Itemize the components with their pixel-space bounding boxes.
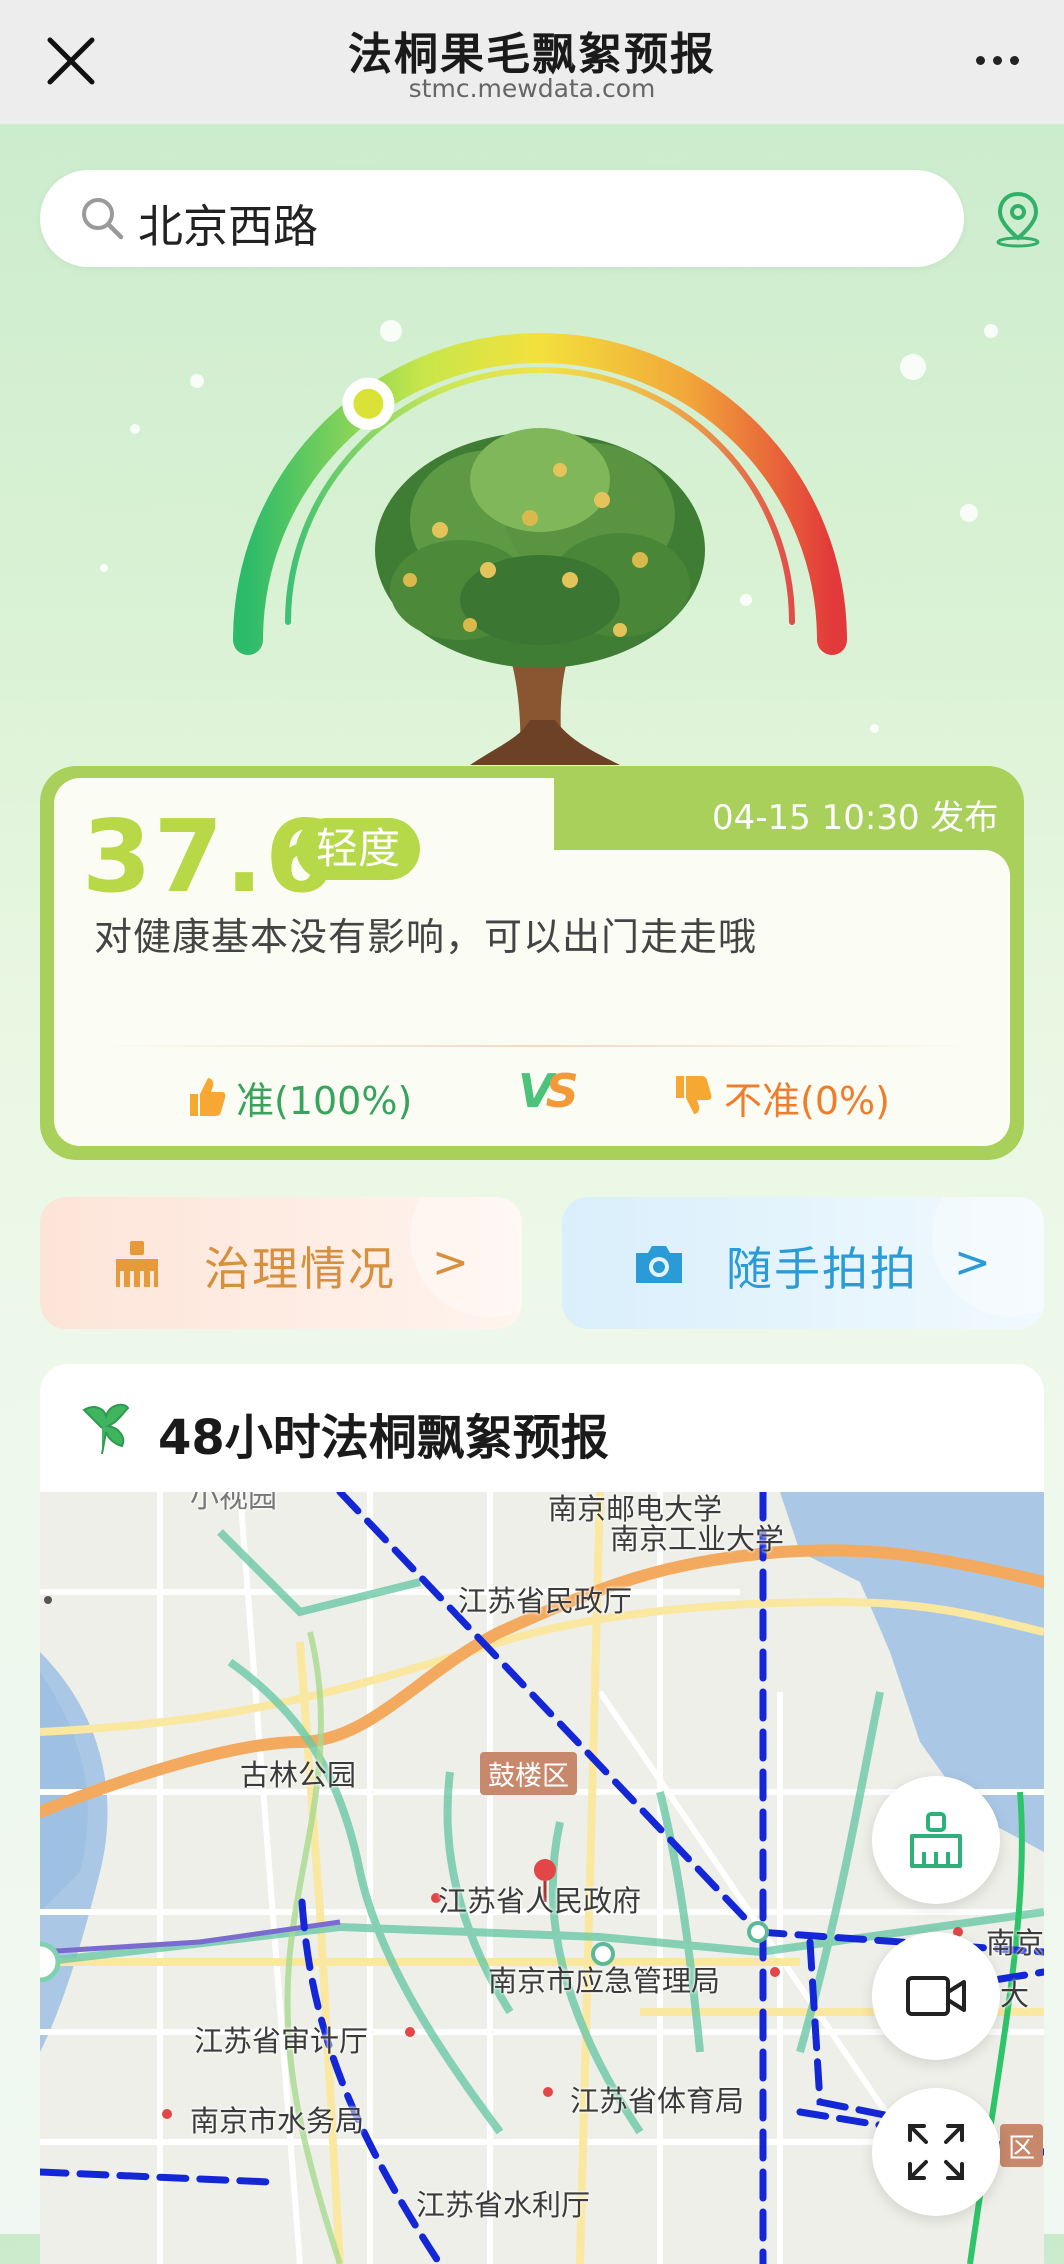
plane-tree-illustration xyxy=(375,428,705,765)
forecast-map[interactable]: 南京邮电大学 小视园 南京工业大学 江苏省民政厅 古林公园 鼓楼区 江苏省人民政… xyxy=(40,1492,1044,2264)
vs-icon: VS xyxy=(518,1064,579,1118)
camera-icon xyxy=(636,1246,682,1283)
sparkle xyxy=(130,424,140,434)
more-dot-icon xyxy=(1010,56,1019,65)
map-label-audit: 江苏省审计厅 xyxy=(194,2024,369,2058)
map-district-gulou: 鼓楼区 xyxy=(480,1752,577,1795)
governance-button[interactable]: 治理情况 > xyxy=(40,1197,522,1329)
governance-label: 治理情况 xyxy=(204,1242,396,1296)
fullscreen-button[interactable] xyxy=(872,2088,1000,2216)
chevron-right-icon: > xyxy=(432,1237,469,1288)
location-button[interactable] xyxy=(988,188,1048,248)
broom-outline-icon xyxy=(910,1812,962,1868)
vote-inaccurate-label: 不准(0%) xyxy=(724,1079,890,1123)
fullscreen-icon xyxy=(908,2124,964,2180)
map-label-sports: 江苏省体育局 xyxy=(570,2084,745,2118)
photo-button[interactable]: 随手拍拍 > xyxy=(562,1197,1044,1329)
search-bar[interactable]: 北京西路 xyxy=(40,170,964,267)
vote-accurate-label: 准(100%) xyxy=(236,1079,413,1123)
chevron-right-icon: > xyxy=(954,1237,991,1288)
card-divider xyxy=(86,1045,986,1047)
sparkle xyxy=(984,324,998,338)
map-label-civil-affairs: 江苏省民政厅 xyxy=(458,1584,633,1618)
forecast-title: 48小时法桐飘絮预报 xyxy=(158,1410,609,1466)
forecast-card: 48小时法桐飘絮预报 南京邮电大学 小视园 南京工业大学 江苏省民政厅 古林公园… xyxy=(40,1364,1044,2264)
map-district-partial: 区 xyxy=(1000,2124,1043,2167)
broom-icon xyxy=(116,1241,158,1287)
more-dot-icon xyxy=(993,56,1002,65)
level-badge: 轻度 xyxy=(296,818,420,880)
map-label-gov: 江苏省人民政府 xyxy=(438,1884,642,1918)
video-camera-icon xyxy=(906,1976,966,2016)
leaf-icon xyxy=(82,1403,130,1455)
more-dot-icon xyxy=(976,56,985,65)
photo-label: 随手拍拍 xyxy=(726,1242,918,1296)
sparkle xyxy=(960,504,978,522)
map-label-top: 小视园 xyxy=(190,1492,278,1514)
search-icon xyxy=(82,198,124,240)
page-title: 法桐果毛飘絮预报 xyxy=(348,29,716,80)
vs-letter-s: S xyxy=(545,1064,579,1118)
thumbs-up-icon xyxy=(190,1078,226,1116)
location-pin-icon xyxy=(996,191,1040,248)
governance-map-button[interactable] xyxy=(872,1776,1000,1904)
publish-time: 04-15 10:30 发布 xyxy=(712,798,999,838)
health-advice: 对健康基本没有影响，可以出门走走哦 xyxy=(94,915,758,959)
map-label-tianda: 大 xyxy=(1000,1978,1030,2012)
map-label-emergency: 南京市应急管理局 xyxy=(488,1964,721,1998)
map-label-water-resources: 江苏省水利厅 xyxy=(416,2188,591,2222)
map-label-njtech: 南京工业大学 xyxy=(610,1522,785,1556)
search-input[interactable]: 北京西路 xyxy=(138,190,318,255)
sparkle xyxy=(870,724,879,733)
thumbs-down-icon xyxy=(676,1076,712,1114)
title-bar: 法桐果毛飘絮预报 stmc.mewdata.com xyxy=(0,0,1064,124)
page-domain: stmc.mewdata.com xyxy=(408,74,656,103)
sparkle xyxy=(900,354,926,380)
map-label-water: 南京市水务局 xyxy=(190,2104,365,2138)
map-label-nanjing: 南京 xyxy=(986,1926,1044,1960)
sparkle xyxy=(100,564,108,572)
more-button[interactable] xyxy=(972,40,1042,80)
map-label-gulin-park: 古林公园 xyxy=(240,1758,357,1792)
video-button[interactable] xyxy=(872,1932,1000,2060)
